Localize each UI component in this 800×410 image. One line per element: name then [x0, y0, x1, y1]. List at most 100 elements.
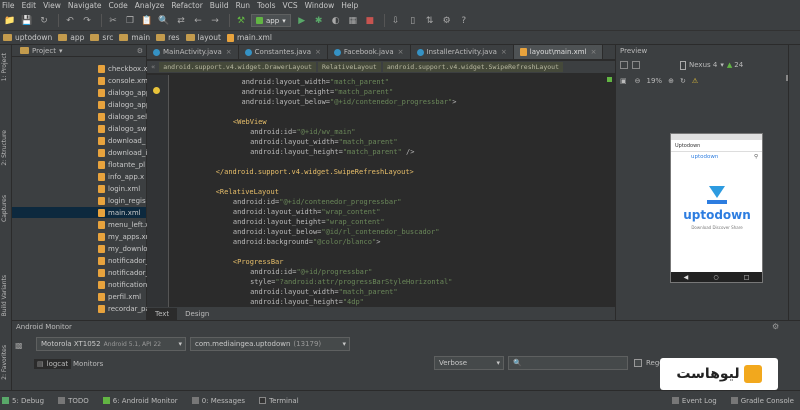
file-tree-item[interactable]: my_downlo — [98, 243, 148, 254]
tab-android-monitor[interactable]: 6: Android Monitor — [102, 397, 178, 405]
file-tree-item[interactable]: console.xml — [98, 75, 150, 86]
log-level-select[interactable]: Verbose ▾ — [434, 356, 504, 370]
tool-captures[interactable]: Captures — [1, 195, 8, 222]
tab-facebook[interactable]: Facebook.java × — [328, 45, 411, 59]
find-icon[interactable]: 🔍 — [157, 14, 171, 28]
undo-icon[interactable]: ↶ — [63, 14, 77, 28]
menu-run[interactable]: Run — [236, 1, 250, 10]
process-select[interactable]: com.mediaingea.uptodown (13179) ▾ — [190, 337, 350, 351]
log-search-input[interactable]: 🔍 — [508, 356, 628, 370]
lightbulb-icon[interactable] — [153, 87, 160, 94]
file-tree-item[interactable]: dialogo_sel — [98, 111, 147, 122]
file-tree-item[interactable]: download_i — [98, 147, 147, 158]
file-tree-item[interactable]: notificador_ — [98, 255, 149, 266]
menu-tools[interactable]: Tools — [257, 1, 275, 10]
sync-gradle-icon[interactable]: ⇅ — [423, 14, 437, 28]
project-panel-header[interactable]: Project ▾ ⚙ — [12, 45, 146, 57]
file-tree-item[interactable]: info_app.x — [98, 171, 144, 182]
open-folder-icon[interactable]: 📁 — [3, 14, 17, 28]
xml-crumb-drawerlayout[interactable]: android.support.v4.widget.DrawerLayout — [159, 62, 317, 72]
file-tree-item[interactable]: my_apps.xm — [98, 231, 152, 242]
debug-icon[interactable]: ✱ — [312, 14, 326, 28]
device-select[interactable]: Motorola XT1052 Android 5.1, API 22 ▾ — [36, 337, 186, 351]
nav-crumb-res[interactable]: res — [156, 33, 180, 42]
menu-edit[interactable]: Edit — [22, 1, 37, 10]
redo-icon[interactable]: ↷ — [80, 14, 94, 28]
tab-event-log[interactable]: Event Log — [671, 397, 717, 405]
replace-icon[interactable]: ⇄ — [174, 14, 188, 28]
menu-build[interactable]: Build — [210, 1, 229, 10]
file-tree-item[interactable]: notificador_ — [98, 267, 149, 278]
file-tree-item[interactable]: dialogo_app — [98, 99, 150, 110]
menu-window[interactable]: Window — [305, 1, 335, 10]
tab-design[interactable]: Design — [177, 308, 217, 320]
tab-debug[interactable]: 5: Debug — [2, 397, 44, 405]
tab-installeractivity[interactable]: InstallerActivity.java × — [411, 45, 514, 59]
tool-build-variants[interactable]: Build Variants — [1, 275, 8, 316]
save-icon[interactable]: 💾 — [20, 14, 34, 28]
tool-structure[interactable]: 2: Structure — [1, 130, 8, 166]
settings-gear-icon[interactable]: ⚙ — [772, 322, 779, 331]
api-select[interactable]: 24 — [734, 61, 743, 69]
tab-main-xml[interactable]: layout\main.xml × — [513, 45, 604, 59]
file-tree-item[interactable]: perfil.xml — [98, 291, 141, 302]
help-icon[interactable]: ? — [457, 14, 471, 28]
sdk-manager-icon[interactable]: ⇩ — [389, 14, 403, 28]
close-icon[interactable]: × — [591, 48, 597, 56]
nav-crumb-project[interactable]: uptodown — [3, 33, 52, 42]
screen-icon[interactable] — [632, 61, 640, 69]
run-config-select[interactable]: app ▾ — [251, 14, 291, 27]
refresh-icon[interactable]: ↻ — [680, 77, 686, 85]
paste-icon[interactable]: 📋 — [140, 14, 154, 28]
zoom-fit-icon[interactable]: ▣ — [620, 77, 627, 85]
xml-crumb-relativelayout[interactable]: RelativeLayout — [318, 62, 381, 72]
back-icon[interactable]: ← — [191, 14, 205, 28]
menu-code[interactable]: Code — [109, 1, 128, 10]
file-tree-item[interactable]: download_ — [98, 135, 145, 146]
file-tree-item[interactable]: menu_left.x — [98, 219, 149, 230]
tab-mainactivity[interactable]: MainActivity.java × — [147, 45, 239, 59]
close-icon[interactable]: × — [226, 48, 232, 56]
tool-project[interactable]: 1: Project — [1, 53, 8, 81]
menu-help[interactable]: Help — [341, 1, 358, 10]
close-icon[interactable]: × — [501, 48, 507, 56]
file-tree-item[interactable]: flotante_pl — [98, 159, 145, 170]
tab-terminal[interactable]: Terminal — [259, 397, 299, 405]
collapse-icon[interactable]: « — [147, 63, 159, 71]
tab-todo[interactable]: TODO — [58, 397, 89, 405]
file-tree-item[interactable]: checkbox.xr — [98, 63, 150, 74]
menu-view[interactable]: View — [43, 1, 61, 10]
coverage-icon[interactable]: ◐ — [329, 14, 343, 28]
zoom-out-icon[interactable]: ⊖ — [635, 77, 641, 85]
file-tree-item[interactable]: dialogo_sw — [98, 123, 147, 134]
nav-crumb-file[interactable]: main.xml — [226, 33, 272, 42]
avd-manager-icon[interactable]: ▯ — [406, 14, 420, 28]
file-tree-item[interactable]: login_regis — [98, 195, 146, 206]
tab-monitors[interactable]: Monitors — [70, 359, 106, 369]
file-tree-item[interactable]: dialogo_app — [98, 87, 150, 98]
settings-gear-icon[interactable]: ⚙ — [137, 47, 143, 55]
cut-icon[interactable]: ✂ — [106, 14, 120, 28]
sync-icon[interactable]: ↻ — [37, 14, 51, 28]
tab-constantes[interactable]: Constantes.java × — [239, 45, 328, 59]
file-tree-item[interactable]: login.xml — [98, 183, 140, 194]
tool-favorites[interactable]: 2: Favorites — [1, 345, 8, 380]
device-select[interactable]: Nexus 4 — [689, 61, 717, 69]
file-tree-item[interactable]: recordar_pa — [98, 303, 150, 314]
zoom-in-icon[interactable]: ⊕ — [668, 77, 674, 85]
forward-icon[interactable]: → — [208, 14, 222, 28]
attach-debugger-icon[interactable]: ▦ — [346, 14, 360, 28]
file-tree-item[interactable]: notification — [98, 279, 147, 290]
menu-refactor[interactable]: Refactor — [171, 1, 202, 10]
nav-crumb-app[interactable]: app — [58, 33, 84, 42]
menu-analyze[interactable]: Analyze — [135, 1, 165, 10]
tab-text[interactable]: Text — [147, 308, 178, 320]
tab-logcat[interactable]: ▤ logcat — [34, 359, 72, 369]
stop-icon[interactable]: ■ — [363, 14, 377, 28]
warning-icon[interactable]: ⚠ — [692, 77, 698, 85]
xml-crumb-swiperefresh[interactable]: android.support.v4.widget.SwipeRefreshLa… — [382, 62, 563, 72]
device-monitor-icon[interactable]: ⚙ — [440, 14, 454, 28]
side-toolbar-icons[interactable]: ▩ — [15, 341, 23, 350]
run-icon[interactable]: ▶ — [295, 14, 309, 28]
tab-gradle-console[interactable]: Gradle Console — [730, 397, 794, 405]
